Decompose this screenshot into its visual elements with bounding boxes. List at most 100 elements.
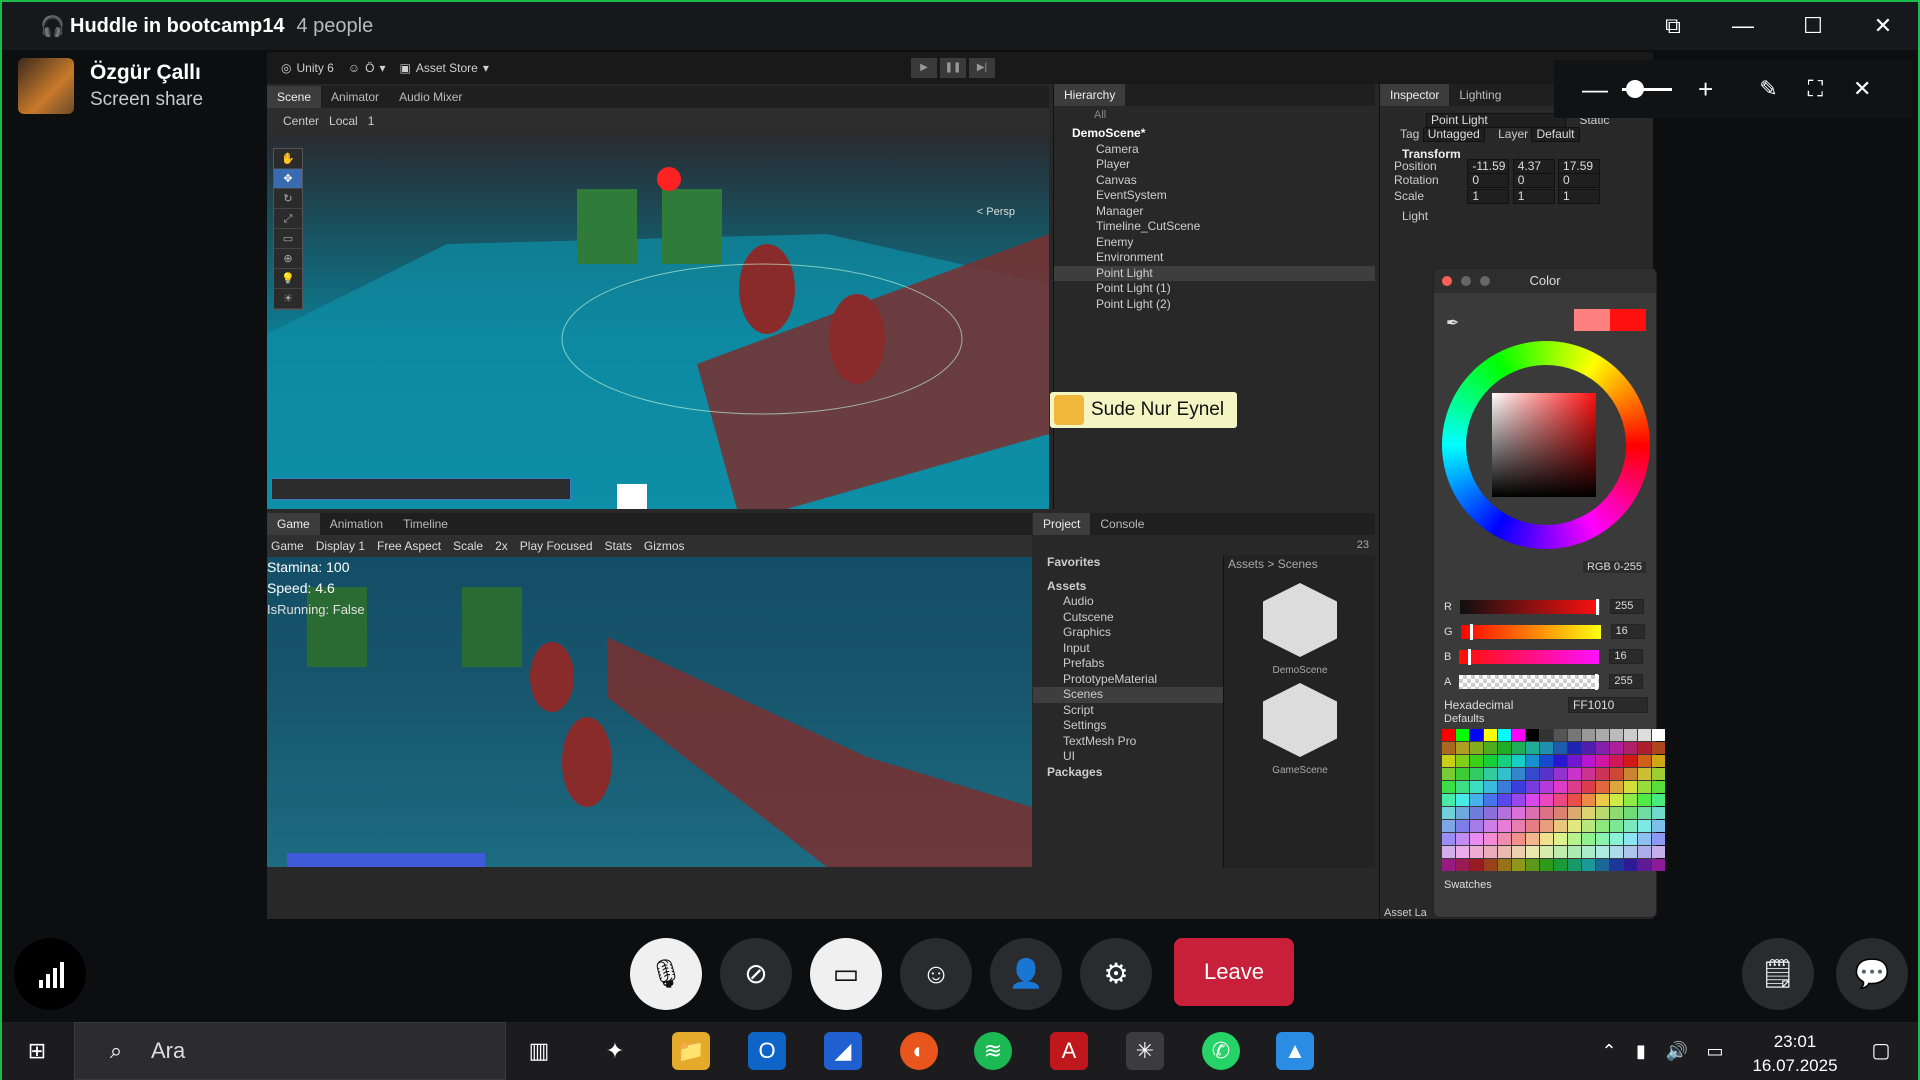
scale-tool-icon[interactable]: ⤢: [274, 209, 302, 229]
firefox-icon[interactable]: ◐: [900, 1032, 938, 1070]
color-swatch[interactable]: [1442, 768, 1455, 780]
color-swatch[interactable]: [1610, 755, 1623, 767]
outlook-icon[interactable]: O: [748, 1032, 786, 1070]
color-swatch[interactable]: [1624, 859, 1637, 871]
packages-folder[interactable]: Packages: [1033, 765, 1223, 781]
eyedropper-icon[interactable]: ✒: [1446, 313, 1459, 333]
color-swatch[interactable]: [1484, 729, 1497, 741]
color-swatch[interactable]: [1540, 755, 1553, 767]
color-swatch[interactable]: [1456, 768, 1469, 780]
color-swatch[interactable]: [1610, 742, 1623, 754]
color-swatch[interactable]: [1638, 742, 1651, 754]
color-swatch[interactable]: [1610, 781, 1623, 793]
asset-folder[interactable]: Prefabs: [1033, 656, 1223, 672]
color-swatch[interactable]: [1442, 781, 1455, 793]
color-swatch[interactable]: [1470, 768, 1483, 780]
color-swatch[interactable]: [1638, 729, 1651, 741]
slider-handle[interactable]: [1595, 673, 1599, 690]
color-swatch[interactable]: [1582, 768, 1595, 780]
vscode-like-icon[interactable]: ◢: [824, 1032, 862, 1070]
slider-handle[interactable]: [1468, 648, 1472, 665]
assets-folder[interactable]: Assets: [1033, 579, 1223, 595]
color-swatch[interactable]: [1554, 768, 1567, 780]
scene-overlay-toolbar[interactable]: [271, 478, 571, 500]
color-swatch[interactable]: [1624, 794, 1637, 806]
previous-color-swatch[interactable]: [1574, 309, 1610, 331]
fullscreen-icon[interactable]: ⛶: [1808, 76, 1823, 102]
color-swatch[interactable]: [1484, 755, 1497, 767]
channel-slider[interactable]: [1459, 673, 1600, 690]
color-swatch[interactable]: [1540, 833, 1553, 845]
color-swatch[interactable]: [1652, 768, 1665, 780]
color-swatch[interactable]: [1582, 742, 1595, 754]
color-swatch[interactable]: [1652, 742, 1665, 754]
color-swatch[interactable]: [1498, 781, 1511, 793]
light-probe-icon[interactable]: 💡: [274, 269, 302, 289]
aspect-dropdown[interactable]: Free Aspect: [377, 539, 441, 553]
layer-dropdown[interactable]: Default: [1531, 127, 1580, 142]
close-dot-icon[interactable]: [1442, 276, 1452, 286]
color-swatch[interactable]: [1526, 794, 1539, 806]
color-swatch[interactable]: [1512, 807, 1525, 819]
color-swatch[interactable]: [1484, 768, 1497, 780]
asset-folder[interactable]: TextMesh Pro: [1033, 734, 1223, 750]
color-swatch[interactable]: [1596, 859, 1609, 871]
color-swatch[interactable]: [1554, 742, 1567, 754]
battery-icon[interactable]: ▭: [1696, 1032, 1734, 1070]
color-swatch[interactable]: [1652, 820, 1665, 832]
color-swatch[interactable]: [1526, 768, 1539, 780]
color-swatch[interactable]: [1568, 859, 1581, 871]
channel-slider[interactable]: [1459, 598, 1600, 615]
color-swatch[interactable]: [1442, 729, 1455, 741]
acrobat-icon[interactable]: A: [1050, 1032, 1088, 1070]
color-swatch[interactable]: [1554, 846, 1567, 858]
color-swatch[interactable]: [1526, 781, 1539, 793]
color-swatch[interactable]: [1652, 781, 1665, 793]
color-swatch[interactable]: [1470, 807, 1483, 819]
color-swatch[interactable]: [1624, 729, 1637, 741]
rotation-x[interactable]: 0: [1467, 173, 1510, 188]
color-swatch[interactable]: [1512, 781, 1525, 793]
color-swatch[interactable]: [1470, 755, 1483, 767]
hand-tool-icon[interactable]: ✋: [274, 149, 302, 169]
color-swatch[interactable]: [1596, 846, 1609, 858]
asset-breadcrumb[interactable]: Assets > Scenes: [1224, 555, 1375, 573]
scale-z[interactable]: 1: [1558, 189, 1601, 204]
canvas-button[interactable]: 🗒: [1742, 938, 1814, 1010]
color-swatch[interactable]: [1484, 820, 1497, 832]
color-swatch[interactable]: [1484, 781, 1497, 793]
color-swatch[interactable]: [1456, 742, 1469, 754]
asset-folder[interactable]: Audio: [1033, 594, 1223, 610]
color-swatch[interactable]: [1638, 807, 1651, 819]
unity-version[interactable]: ◎ Unity 6: [281, 61, 334, 75]
asset-folder[interactable]: Settings: [1033, 718, 1223, 734]
color-swatch[interactable]: [1554, 859, 1567, 871]
asset-folder[interactable]: PrototypeMaterial: [1033, 672, 1223, 688]
color-swatch[interactable]: [1568, 755, 1581, 767]
minimize-button[interactable]: —: [1708, 13, 1778, 39]
picture-in-picture-icon[interactable]: ⧉: [1638, 13, 1708, 39]
color-swatch[interactable]: [1470, 859, 1483, 871]
color-swatch[interactable]: [1498, 742, 1511, 754]
color-swatch[interactable]: [1526, 833, 1539, 845]
tag-dropdown[interactable]: Untagged: [1422, 127, 1485, 142]
color-swatch[interactable]: [1540, 846, 1553, 858]
tab-console[interactable]: Console: [1090, 513, 1154, 535]
color-swatch[interactable]: [1484, 794, 1497, 806]
color-swatch[interactable]: [1512, 846, 1525, 858]
color-swatch[interactable]: [1582, 846, 1595, 858]
slider-handle[interactable]: [1469, 623, 1473, 640]
color-swatch[interactable]: [1442, 755, 1455, 767]
asset-folder[interactable]: Graphics: [1033, 625, 1223, 641]
color-swatch[interactable]: [1526, 859, 1539, 871]
color-swatch[interactable]: [1554, 781, 1567, 793]
color-swatch[interactable]: [1526, 755, 1539, 767]
hierarchy-item[interactable]: Point Light: [1054, 265, 1375, 281]
color-swatch[interactable]: [1610, 807, 1623, 819]
taskbar-search[interactable]: Ara: [74, 1022, 506, 1080]
tab-audio-mixer[interactable]: Audio Mixer: [389, 86, 472, 108]
swatches-header[interactable]: Swatches: [1444, 879, 1492, 891]
hierarchy-item[interactable]: Point Light (2): [1054, 297, 1375, 313]
spotify-icon[interactable]: ≋: [974, 1032, 1012, 1070]
screen-share-button[interactable]: ▭: [810, 938, 882, 1010]
